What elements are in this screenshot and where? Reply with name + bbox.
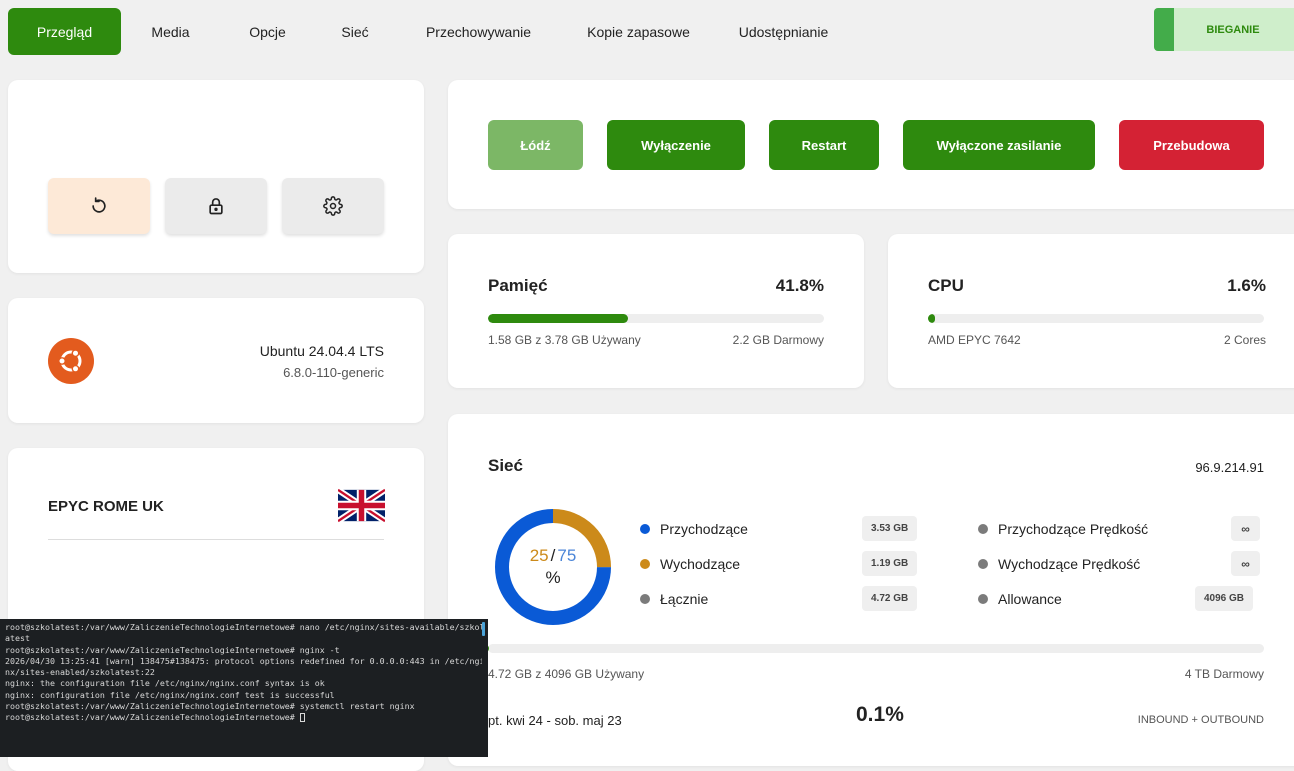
allowance-badge: 4096 GB bbox=[1195, 586, 1254, 611]
donut-label: 25/75 % bbox=[488, 502, 618, 632]
terminal-line: nginx: configuration file /etc/nginx/ngi… bbox=[5, 689, 335, 700]
terminal-line: atest bbox=[5, 633, 30, 644]
bandwidth-free: 4 TB Darmowy bbox=[1184, 667, 1264, 681]
shutdown-button[interactable]: Wyłączenie bbox=[607, 120, 745, 170]
legend-outgoing-speed: Wychodzące Prędkość bbox=[978, 556, 1140, 572]
traffic-direction: INBOUND + OUTBOUND bbox=[1137, 714, 1264, 726]
total-dot bbox=[640, 594, 650, 604]
reinstall-icon bbox=[92, 197, 106, 213]
outgoing-dot bbox=[640, 559, 650, 569]
os-card: Ubuntu 24.04.4 LTS 6.8.0-110-generic bbox=[8, 298, 424, 423]
cpu-card: CPU 1.6% AMD EPYC 7642 2 Cores bbox=[888, 234, 1294, 388]
network-ip: 96.9.214.91 bbox=[1195, 460, 1264, 475]
bandwidth-used: 4.72 GB z 4096 GB Używany bbox=[488, 667, 645, 681]
bandwidth-progress bbox=[488, 644, 1264, 653]
donut-incoming-value: 75 bbox=[557, 546, 577, 565]
legend-incoming-speed: Przychodzące Prędkość bbox=[978, 521, 1148, 537]
incoming-speed-dot bbox=[978, 524, 988, 534]
gear-icon bbox=[323, 196, 343, 216]
power-actions-card: Łódź Wyłączenie Restart Wyłączone zasila… bbox=[448, 80, 1294, 209]
donut-separator: / bbox=[550, 546, 556, 565]
tab-media[interactable]: Media bbox=[121, 8, 220, 55]
billing-period: pt. kwi 24 - sob. maj 23 bbox=[488, 713, 622, 728]
memory-used: 1.58 GB z 3.78 GB Używany bbox=[488, 333, 641, 347]
settings-button[interactable] bbox=[282, 178, 384, 234]
incoming-dot bbox=[640, 524, 650, 534]
bandwidth-progress-fill bbox=[488, 644, 489, 653]
legend-incoming: Przychodzące bbox=[640, 521, 748, 537]
main-nav: Przegląd Media Opcje Sieć Przechowywanie… bbox=[8, 8, 852, 55]
memory-card: Pamięć 41.8% 1.58 GB z 3.78 GB Używany 2… bbox=[448, 234, 864, 388]
donut-outgoing-value: 25 bbox=[529, 546, 549, 565]
status-badge: BIEGANIE bbox=[1154, 8, 1294, 51]
lock-icon bbox=[209, 198, 223, 215]
tab-przeglad[interactable]: Przegląd bbox=[8, 8, 121, 55]
cpu-model: AMD EPYC 7642 bbox=[928, 333, 1021, 347]
memory-progress-fill bbox=[488, 314, 629, 323]
power-off-button[interactable]: Wyłączone zasilanie bbox=[903, 120, 1095, 170]
terminal-scrollbar[interactable] bbox=[482, 622, 485, 636]
divider bbox=[48, 539, 384, 540]
outgoing-speed-badge: ∞ bbox=[1231, 551, 1260, 576]
memory-progress bbox=[488, 314, 824, 323]
server-name: EPYC ROME UK bbox=[48, 498, 164, 515]
network-title: Sieć bbox=[488, 456, 523, 475]
tab-kopie-zapasowe[interactable]: Kopie zapasowe bbox=[562, 8, 715, 55]
allowance-dot bbox=[978, 594, 988, 604]
lock-button[interactable] bbox=[165, 178, 267, 234]
terminal-window[interactable]: root@szkolatest:/var/www/ZaliczenieTechn… bbox=[0, 619, 488, 757]
memory-percent: 41.8% bbox=[775, 276, 824, 295]
cpu-percent: 1.6% bbox=[1227, 276, 1266, 295]
legend-total: Łącznie bbox=[640, 591, 708, 607]
uk-flag-icon bbox=[338, 488, 385, 523]
rebuild-button[interactable]: Przebudowa bbox=[1119, 120, 1264, 170]
incoming-value-badge: 3.53 GB bbox=[862, 516, 918, 541]
terminal-cursor[interactable] bbox=[299, 713, 305, 723]
tab-opcje[interactable]: Opcje bbox=[220, 8, 315, 55]
terminal-line: nx/sites-enabled/szkolatest:22 bbox=[5, 667, 155, 678]
cpu-progress-fill bbox=[928, 314, 935, 323]
cpu-title: CPU bbox=[928, 276, 964, 295]
reinstall-button[interactable] bbox=[48, 178, 150, 234]
tab-udostepnianie[interactable]: Udostępnianie bbox=[715, 8, 852, 55]
outgoing-speed-dot bbox=[978, 559, 988, 569]
location-button[interactable]: Łódź bbox=[488, 120, 583, 170]
incoming-speed-badge: ∞ bbox=[1231, 516, 1260, 541]
legend-outgoing: Wychodzące bbox=[640, 556, 740, 572]
os-kernel: 6.8.0-110-generic bbox=[283, 365, 384, 380]
status-indicator bbox=[1154, 8, 1174, 51]
legend-allowance: Allowance bbox=[978, 591, 1062, 607]
quick-actions-card bbox=[8, 80, 424, 273]
tab-przechowywanie[interactable]: Przechowywanie bbox=[395, 8, 562, 55]
restart-button[interactable]: Restart bbox=[769, 120, 879, 170]
cpu-progress bbox=[928, 314, 1264, 323]
terminal-prompt: root@szkolatest:/var/www/ZaliczenieTechn… bbox=[5, 712, 300, 723]
total-value-badge: 4.72 GB bbox=[862, 586, 918, 611]
terminal-line: nginx: the configuration file /etc/nginx… bbox=[5, 678, 325, 689]
cpu-cores: 2 Cores bbox=[1223, 333, 1266, 347]
terminal-line: 2026/04/30 13:25:41 [warn] 138475#138475… bbox=[5, 655, 482, 666]
donut-unit: % bbox=[545, 568, 561, 587]
tab-siec[interactable]: Sieć bbox=[315, 8, 395, 55]
bandwidth-percent: 0.1% bbox=[856, 703, 904, 726]
ubuntu-logo-icon bbox=[48, 338, 94, 384]
network-card: Sieć 96.9.214.91 25/75 % Przychodzące 3.… bbox=[448, 414, 1294, 766]
terminal-line: root@szkolatest:/var/www/ZaliczenieTechn… bbox=[5, 701, 415, 712]
memory-free: 2.2 GB Darmowy bbox=[732, 333, 824, 347]
terminal-line: root@szkolatest:/var/www/ZaliczenieTechn… bbox=[5, 622, 482, 632]
outgoing-value-badge: 1.19 GB bbox=[862, 551, 918, 576]
status-text: BIEGANIE bbox=[1206, 23, 1260, 36]
memory-title: Pamięć bbox=[488, 276, 548, 295]
os-name: Ubuntu 24.04.4 LTS bbox=[259, 343, 384, 359]
terminal-line: root@szkolatest:/var/www/ZaliczenieTechn… bbox=[5, 644, 340, 655]
